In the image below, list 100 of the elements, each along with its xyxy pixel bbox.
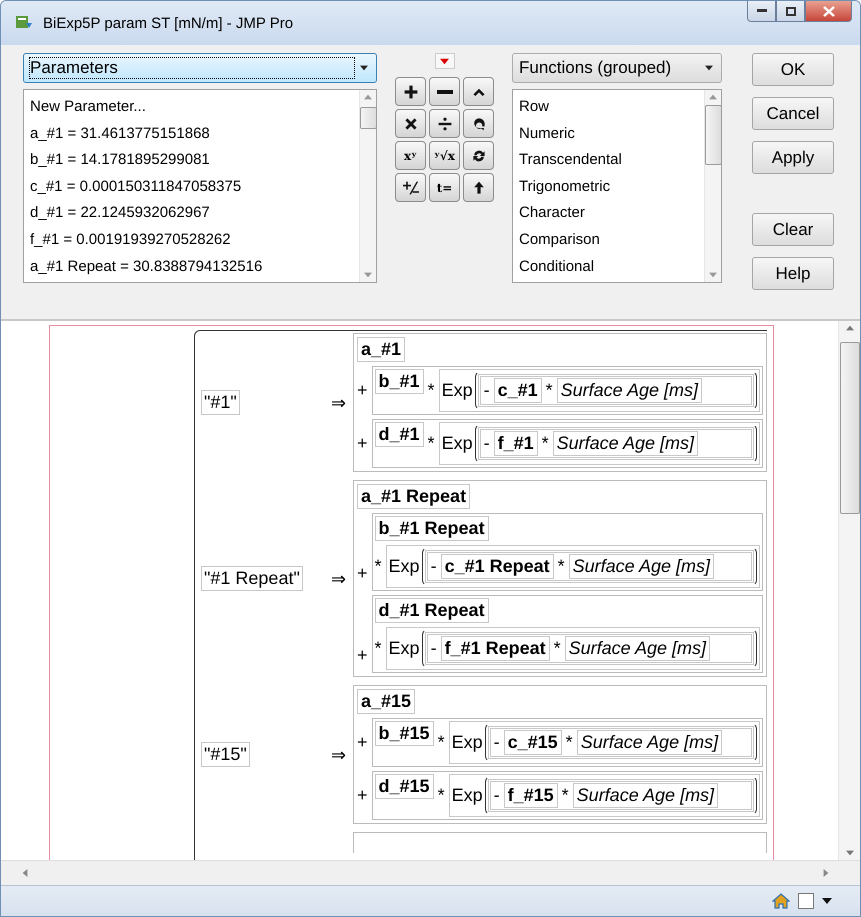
- function-name: Exp: [388, 556, 420, 577]
- negation-sign: -: [494, 732, 500, 753]
- plus-sign: +: [357, 732, 368, 753]
- dialog-button[interactable]: OK: [752, 53, 834, 86]
- caret-down-icon: [440, 56, 449, 66]
- keypad-button[interactable]: ʸ√x: [429, 141, 460, 170]
- scroll-up-icon: [709, 93, 717, 101]
- plus-sign: +: [357, 785, 368, 806]
- column-reference: Surface Age [ms]: [572, 783, 718, 808]
- function-name: Exp: [452, 785, 483, 806]
- scroll-left-icon: [21, 869, 29, 877]
- plus-sign: +: [357, 563, 368, 584]
- minimize-button[interactable]: [747, 1, 776, 22]
- parameter-item[interactable]: a_#1 = 31.4613775151868: [30, 120, 353, 148]
- functions-dropdown[interactable]: Functions (grouped): [512, 53, 722, 83]
- refresh-icon: [470, 148, 486, 164]
- column-reference: Surface Age [ms]: [552, 431, 698, 456]
- function-group-item[interactable]: Row: [519, 94, 698, 121]
- parameter-name: a_#1 Repeat: [357, 484, 470, 509]
- keypad-button[interactable]: [463, 141, 494, 170]
- keypad-button[interactable]: xʸ: [395, 141, 426, 170]
- negation-sign: -: [484, 380, 490, 401]
- minus-icon: [436, 90, 452, 94]
- keypad-button[interactable]: t=: [429, 173, 460, 202]
- dialog-button[interactable]: Help: [752, 257, 834, 290]
- function-name: Exp: [388, 638, 420, 659]
- scrollbar[interactable]: [704, 90, 721, 282]
- function-group-item[interactable]: Trigonometric: [519, 174, 698, 200]
- scroll-down-icon: [364, 271, 372, 279]
- minimize-icon: [756, 9, 766, 13]
- window-title: BiExp5P param ST [mN/m] - JMP Pro: [43, 14, 294, 32]
- parameter-item[interactable]: New Parameter...: [30, 94, 353, 121]
- scrollbar[interactable]: [838, 321, 860, 860]
- maximize-button[interactable]: [776, 1, 805, 22]
- keypad-button[interactable]: [395, 173, 426, 202]
- plus-sign: +: [357, 645, 368, 666]
- multiply-sign: *: [558, 556, 565, 577]
- case-label: "#1 Repeat": [201, 566, 303, 591]
- parameter-item[interactable]: b_#1 = 14.1781895299081: [30, 147, 353, 174]
- function-group-item[interactable]: Comparison: [519, 226, 698, 254]
- negation-sign: -: [484, 433, 490, 454]
- parameter-name: d_#15: [374, 774, 434, 799]
- keypad-button[interactable]: [429, 109, 460, 138]
- keypad-button[interactable]: [429, 77, 460, 106]
- function-group-item[interactable]: Conditional: [519, 254, 698, 280]
- parameter-name: c_#1: [494, 378, 542, 403]
- function-group-item[interactable]: Character: [519, 200, 698, 227]
- multiply-sign: *: [562, 785, 569, 806]
- parameter-item[interactable]: a_#1 Repeat = 30.8388794132516: [30, 254, 353, 280]
- parameter-name: d_#1: [374, 422, 424, 447]
- function-name: Exp: [442, 433, 473, 454]
- parameter-item[interactable]: d_#1 = 22.1245932062967: [30, 200, 353, 227]
- keypad-button[interactable]: [463, 173, 494, 202]
- multiply-sign: *: [542, 433, 549, 454]
- scrollbar[interactable]: [359, 90, 376, 282]
- menu-button[interactable]: [434, 53, 454, 69]
- keypad-button[interactable]: [463, 77, 494, 106]
- multiply-sign: *: [554, 638, 561, 659]
- parameter-name: c_#15: [504, 730, 562, 755]
- scroll-thumb[interactable]: [704, 105, 722, 165]
- multiply-sign: *: [428, 433, 435, 454]
- keypad-button[interactable]: [395, 77, 426, 106]
- negation-sign: -: [494, 785, 500, 806]
- dialog-button[interactable]: Cancel: [752, 97, 834, 130]
- close-button[interactable]: [805, 1, 852, 22]
- column-reference: Surface Age [ms]: [564, 636, 710, 661]
- scroll-up-icon: [364, 93, 372, 101]
- parameter-item[interactable]: c_#1 = 0.000150311847058375: [30, 174, 353, 200]
- parameters-dropdown[interactable]: Parameters: [23, 53, 377, 83]
- parameter-item[interactable]: f_#1 = 0.00191939270528262: [30, 226, 353, 254]
- keypad-button[interactable]: [463, 109, 494, 138]
- parameter-name: a_#1: [357, 337, 406, 362]
- multiply-sign: *: [546, 380, 553, 401]
- implies-arrow: ⇒: [331, 568, 347, 590]
- keypad-button[interactable]: [395, 109, 426, 138]
- dialog-button[interactable]: Apply: [752, 141, 834, 174]
- implies-arrow: ⇒: [331, 744, 347, 766]
- parameter-name: d_#1 Repeat: [374, 598, 489, 623]
- close-icon: [822, 6, 834, 16]
- function-group-item[interactable]: Transcendental: [519, 147, 698, 174]
- multiply-sign: *: [428, 380, 435, 401]
- home-icon[interactable]: [772, 893, 790, 909]
- parameter-name: f_#15: [504, 783, 558, 808]
- parameter-name: c_#1 Repeat: [440, 554, 554, 579]
- column-reference: Surface Age [ms]: [556, 378, 702, 403]
- scroll-right-icon: [822, 869, 830, 877]
- divide-icon: [436, 116, 452, 132]
- scroll-thumb[interactable]: [840, 342, 860, 514]
- column-reference: Surface Age [ms]: [576, 730, 722, 755]
- dialog-button[interactable]: Clear: [752, 213, 834, 246]
- function-group-item[interactable]: Numeric: [519, 120, 698, 148]
- scroll-thumb[interactable]: [360, 107, 376, 129]
- multiply-sign: *: [566, 732, 573, 753]
- parameter-name: f_#1 Repeat: [440, 636, 550, 661]
- checkbox[interactable]: [798, 893, 814, 909]
- parameter-name: b_#1 Repeat: [374, 516, 489, 541]
- maximize-icon: [786, 6, 796, 16]
- multiply-sign: *: [374, 638, 382, 659]
- parameter-name: f_#1: [494, 431, 538, 456]
- negation-sign: -: [430, 638, 437, 659]
